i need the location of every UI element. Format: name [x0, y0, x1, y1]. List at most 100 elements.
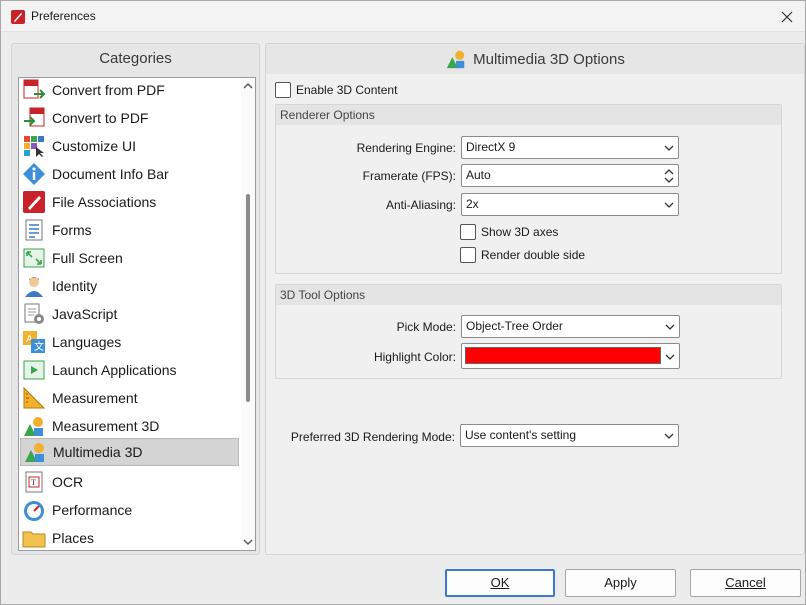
category-item-languages[interactable]: A 文 Languages	[20, 328, 239, 356]
category-item-forms[interactable]: Forms	[20, 216, 239, 244]
category-item-javascript[interactable]: JavaScript	[20, 300, 239, 328]
render-double-side-checkbox[interactable]	[460, 247, 476, 263]
file-associations-icon	[23, 191, 45, 213]
category-item-multimedia-3d[interactable]: Multimedia 3D	[20, 438, 239, 466]
category-item-file-associations[interactable]: File Associations	[20, 188, 239, 216]
renderer-options-group: Renderer Options Rendering Engine: Direc…	[275, 104, 782, 274]
category-item-measurement-3d[interactable]: Measurement 3D	[20, 412, 239, 440]
categories-header: Categories	[99, 50, 172, 67]
chevron-down-icon	[664, 433, 674, 439]
enable-3d-label: Enable 3D Content	[296, 83, 398, 97]
chevron-down-icon	[665, 324, 675, 330]
info-icon	[23, 163, 45, 185]
languages-icon: A 文	[23, 331, 45, 353]
options-panel: Multimedia 3D Options Enable 3D Content …	[265, 43, 805, 555]
scroll-thumb[interactable]	[246, 194, 250, 402]
category-item-places[interactable]: Places	[20, 524, 239, 550]
category-label: Multimedia 3D	[53, 444, 143, 460]
category-item-launch-applications[interactable]: Launch Applications	[20, 356, 239, 384]
options-header: Multimedia 3D Options	[266, 44, 804, 74]
highlight-color-picker[interactable]	[461, 343, 680, 369]
highlight-color-label: Highlight Color:	[373, 350, 456, 364]
chevron-down-icon	[664, 145, 674, 151]
category-label: Launch Applications	[52, 362, 177, 378]
category-item-document-info-bar[interactable]: Document Info Bar	[20, 160, 239, 188]
measurement-3d-icon	[24, 417, 43, 436]
cancel-label: Cancel	[725, 575, 766, 590]
performance-icon	[24, 501, 44, 521]
customize-ui-icon	[24, 136, 44, 157]
category-label: Convert from PDF	[52, 82, 165, 98]
category-item-performance[interactable]: Performance	[20, 496, 239, 524]
spinner-arrows-icon[interactable]	[664, 167, 674, 185]
category-item-convert-from-pdf[interactable]: Convert from PDF	[20, 78, 239, 104]
chevron-down-icon	[664, 202, 674, 208]
category-label: Document Info Bar	[52, 166, 169, 182]
forms-icon	[25, 219, 43, 241]
categories-panel: Categories Convert from PDF Convert to P…	[11, 43, 260, 555]
framerate-value: Auto	[466, 168, 491, 182]
anti-aliasing-label: Anti-Aliasing:	[385, 198, 456, 212]
category-label: Customize UI	[52, 138, 137, 154]
anti-aliasing-select[interactable]: 2x	[461, 193, 679, 216]
options-title: Multimedia 3D Options	[473, 50, 625, 68]
highlight-color-swatch	[465, 347, 661, 364]
apply-button[interactable]: Apply	[565, 569, 676, 597]
svg-text:文: 文	[34, 340, 44, 353]
rendering-engine-select[interactable]: DirectX 9	[461, 136, 679, 159]
renderer-options-title: Renderer Options	[276, 105, 781, 125]
tool-options-title: 3D Tool Options	[276, 285, 781, 305]
pick-mode-select[interactable]: Object-Tree Order	[461, 315, 680, 338]
category-label: Performance	[52, 502, 133, 518]
apply-label: Apply	[604, 575, 637, 590]
preferred-mode-select[interactable]: Use content's setting	[460, 424, 679, 447]
category-label: Languages	[52, 334, 122, 350]
full-screen-icon	[23, 248, 45, 268]
javascript-icon	[24, 303, 44, 324]
multimedia-3d-icon	[25, 443, 44, 462]
scroll-down-icon[interactable]	[243, 537, 253, 547]
category-label: File Associations	[52, 194, 157, 210]
rendering-engine-label: Rendering Engine:	[356, 141, 456, 155]
ocr-icon: T	[25, 471, 43, 493]
category-label: JavaScript	[52, 306, 118, 322]
framerate-spinner[interactable]: Auto	[461, 164, 679, 187]
app-logo-icon	[11, 10, 25, 24]
category-label: OCR	[52, 474, 84, 490]
tool-options-group: 3D Tool Options Pick Mode: Object-Tree O…	[275, 284, 782, 379]
category-item-ocr[interactable]: T OCR	[20, 468, 239, 496]
scroll-up-icon[interactable]	[243, 81, 253, 91]
close-button[interactable]	[769, 1, 805, 32]
category-item-identity[interactable]: Identity	[20, 272, 239, 300]
close-icon	[781, 11, 793, 22]
pick-mode-label: Pick Mode:	[396, 320, 456, 334]
multimedia-3d-icon	[446, 50, 465, 69]
category-item-convert-to-pdf[interactable]: Convert to PDF	[20, 104, 239, 132]
ok-label: OK	[490, 575, 510, 590]
title-bar: Preferences	[1, 1, 805, 32]
show-3d-axes-label: Show 3D axes	[481, 225, 559, 239]
ok-button[interactable]: OK	[445, 569, 555, 597]
enable-3d-checkbox[interactable]	[275, 82, 291, 98]
categories-list[interactable]: Convert from PDF Convert to PDF Customiz…	[18, 77, 256, 551]
category-label: Places	[52, 530, 95, 546]
convert-from-pdf-icon	[23, 79, 46, 99]
category-item-measurement[interactable]: Measurement	[20, 384, 239, 412]
identity-icon	[25, 277, 43, 297]
categories-scrollbar[interactable]	[241, 78, 255, 550]
category-label: Measurement 3D	[52, 418, 160, 434]
places-icon	[22, 531, 46, 548]
pick-mode-value: Object-Tree Order	[466, 319, 563, 333]
launch-applications-icon	[23, 360, 45, 380]
show-3d-axes-checkbox[interactable]	[460, 224, 476, 240]
anti-aliasing-value: 2x	[466, 197, 479, 211]
cancel-button[interactable]: Cancel	[690, 569, 801, 597]
window-title: Preferences	[31, 9, 96, 23]
category-item-full-screen[interactable]: Full Screen	[20, 244, 239, 272]
convert-to-pdf-icon	[24, 107, 45, 127]
category-item-customize-ui[interactable]: Customize UI	[20, 132, 239, 160]
category-label: Measurement	[52, 390, 138, 406]
category-label: Forms	[52, 222, 92, 238]
framerate-label: Framerate (FPS):	[362, 169, 456, 183]
svg-text:T: T	[31, 478, 36, 487]
